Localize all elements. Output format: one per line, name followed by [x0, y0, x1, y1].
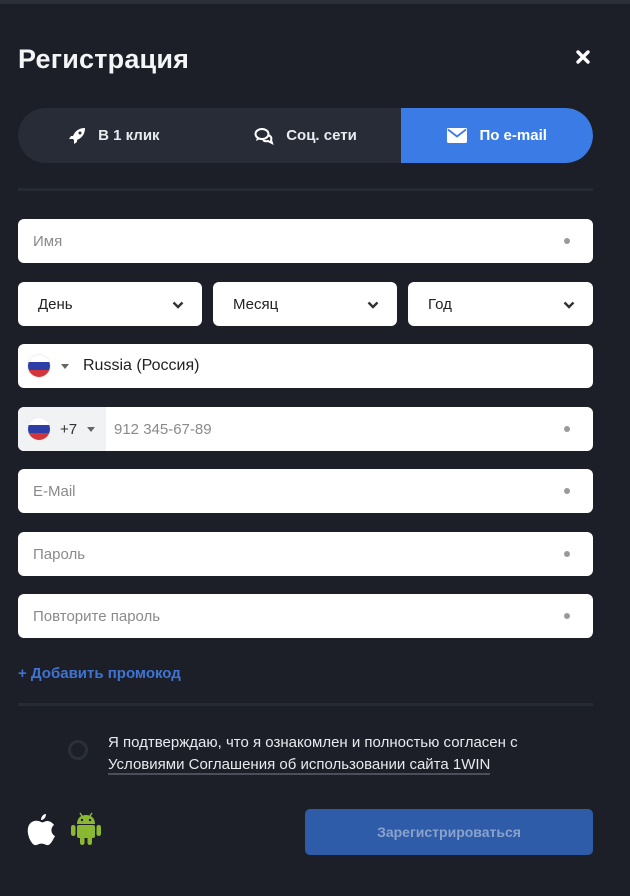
- close-icon: [576, 49, 590, 69]
- day-select-label: День: [38, 295, 73, 313]
- android-icon[interactable]: [70, 812, 102, 851]
- chevron-down-icon: [563, 296, 575, 313]
- phone-code-dropdown[interactable]: +7: [18, 407, 106, 451]
- required-indicator: [564, 238, 570, 244]
- name-field: [18, 219, 593, 263]
- tab-email[interactable]: По e-mail: [401, 108, 593, 163]
- caret-down-icon: [61, 363, 69, 369]
- agreement-text: Я подтверждаю, что я ознакомлен и полнос…: [108, 732, 578, 776]
- chevron-down-icon: [172, 296, 184, 313]
- terms-link[interactable]: Условиями Соглашения об использовании са…: [108, 756, 491, 775]
- envelope-icon: [447, 128, 468, 143]
- tab-one-click[interactable]: В 1 клик: [18, 108, 210, 163]
- required-indicator: [564, 551, 570, 557]
- phone-input[interactable]: [106, 407, 564, 451]
- apple-icon[interactable]: [26, 812, 56, 851]
- tab-social-label: Соц. сети: [286, 127, 357, 144]
- month-select[interactable]: Месяц: [213, 282, 397, 326]
- add-promo-code-link[interactable]: + Добавить промокод: [18, 665, 181, 682]
- phone-code: +7: [60, 420, 78, 438]
- password-input[interactable]: [18, 532, 564, 576]
- month-select-label: Месяц: [233, 295, 279, 313]
- year-select-label: Год: [428, 295, 452, 313]
- country-select[interactable]: Russia (Россия): [18, 344, 593, 388]
- password-repeat-input[interactable]: [18, 594, 564, 638]
- agreement-statement: Я подтверждаю, что я ознакомлен и полнос…: [108, 734, 518, 751]
- app-download-icons: [26, 812, 102, 851]
- caret-down-icon: [87, 426, 96, 432]
- close-button[interactable]: [572, 48, 594, 70]
- name-input[interactable]: [18, 219, 564, 263]
- phone-field: +7: [18, 407, 593, 451]
- chevron-down-icon: [367, 296, 379, 313]
- password-repeat-field: [18, 594, 593, 638]
- country-flag-dropdown[interactable]: [18, 355, 69, 377]
- email-input[interactable]: [18, 469, 564, 513]
- required-indicator: [564, 488, 570, 494]
- ru-flag-icon: [28, 418, 50, 440]
- required-indicator: [564, 426, 570, 432]
- day-select[interactable]: День: [18, 282, 202, 326]
- password-field: [18, 532, 593, 576]
- register-button[interactable]: Зарегистрироваться: [305, 809, 593, 855]
- tab-one-click-label: В 1 клик: [98, 127, 160, 144]
- registration-method-tabs: В 1 клик Соц. сети По e-mail: [18, 108, 593, 163]
- divider: [18, 188, 593, 191]
- top-edge: [0, 0, 630, 4]
- page-title: Регистрация: [18, 44, 190, 74]
- country-value: Russia (Россия): [83, 357, 200, 374]
- year-select[interactable]: Год: [408, 282, 593, 326]
- divider: [18, 703, 593, 706]
- rocket-icon: [68, 127, 86, 145]
- ru-flag-icon: [28, 355, 50, 377]
- tab-social[interactable]: Соц. сети: [210, 108, 402, 163]
- agreement-checkbox[interactable]: [68, 740, 88, 760]
- chat-bubbles-icon: [254, 127, 274, 145]
- required-indicator: [564, 613, 570, 619]
- tab-email-label: По e-mail: [479, 127, 547, 144]
- email-field: [18, 469, 593, 513]
